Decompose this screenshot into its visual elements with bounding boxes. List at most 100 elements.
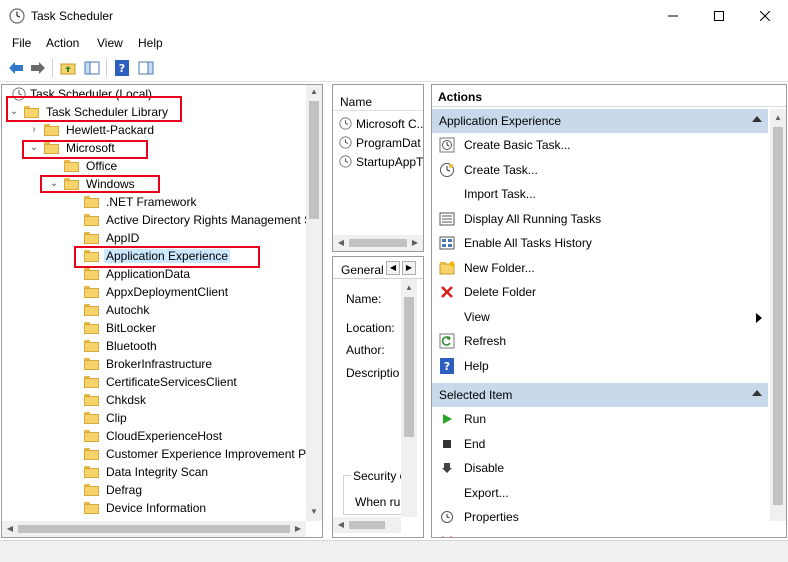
menu-view[interactable]: View (97, 36, 123, 50)
collapse-caret-icon[interactable] (752, 116, 762, 122)
scroll-up-icon[interactable]: ▲ (307, 85, 321, 99)
action-view[interactable]: View (432, 305, 768, 329)
scroll-down-icon[interactable]: ▼ (307, 505, 321, 519)
action-refresh[interactable]: Refresh (432, 329, 768, 353)
actions-vertical-scrollbar[interactable]: ▲ (770, 109, 786, 521)
chevron-down-icon[interactable]: ⌄ (48, 178, 60, 190)
show-hide-action-pane-button[interactable] (136, 58, 156, 78)
tree-item-folder[interactable]: .NET Framework (2, 193, 304, 211)
action-create-basic-task[interactable]: Create Basic Task... (432, 133, 768, 157)
action-disable[interactable]: Disable (432, 456, 768, 480)
action-help[interactable]: ? Help (432, 354, 768, 378)
tree-item-folder[interactable]: Defrag (2, 481, 304, 499)
column-name-header[interactable]: Name (340, 95, 372, 109)
scroll-thumb[interactable] (404, 297, 414, 437)
tree-item-microsoft[interactable]: ⌄ Microsoft (2, 139, 302, 157)
minimize-button[interactable] (650, 0, 696, 32)
action-display-all-running-tasks[interactable]: Display All Running Tasks (432, 207, 768, 231)
action-export[interactable]: Export... (432, 481, 768, 505)
tree-item-folder[interactable]: CloudExperienceHost (2, 427, 304, 445)
tree-item-windows[interactable]: ⌄ Windows (2, 175, 302, 193)
up-folder-button[interactable] (58, 58, 78, 78)
help-toolbar-button[interactable]: ? (112, 58, 132, 78)
task-row[interactable]: ProgramDat (337, 134, 423, 152)
scroll-left-icon[interactable]: ◀ (3, 522, 17, 536)
menu-help[interactable]: Help (138, 36, 163, 50)
menu-file[interactable]: File (12, 36, 31, 50)
scroll-left-icon[interactable]: ◀ (334, 518, 348, 532)
menu-action[interactable]: Action (46, 36, 79, 50)
scroll-thumb[interactable] (349, 239, 407, 247)
tree-item-folder[interactable]: Customer Experience Improvement Pr (2, 445, 310, 463)
tree-item-label: BitLocker (106, 321, 157, 335)
action-import-task[interactable]: Import Task... (432, 182, 768, 206)
action-enable-all-tasks-history[interactable]: Enable All Tasks History (432, 231, 768, 255)
scroll-thumb[interactable] (309, 101, 319, 219)
tree-item-folder[interactable]: Data Integrity Scan (2, 463, 304, 481)
tree-item-office[interactable]: Office (2, 157, 302, 175)
task-row[interactable]: StartupAppT (337, 153, 423, 171)
action-end[interactable]: End (432, 432, 768, 456)
chevron-down-icon[interactable]: ⌄ (8, 106, 20, 118)
scroll-right-icon[interactable]: ▶ (291, 522, 305, 536)
tree-horizontal-scrollbar[interactable]: ◀ ▶ (2, 521, 306, 537)
scroll-left-icon[interactable]: ◀ (334, 236, 348, 250)
show-hide-console-tree-button[interactable] (82, 58, 102, 78)
tree-item-folder[interactable]: BrokerInfrastructure (2, 355, 304, 373)
back-button[interactable] (6, 58, 26, 78)
action-delete-folder[interactable]: Delete Folder (432, 280, 768, 304)
up-folder-icon (60, 63, 76, 75)
tree-item-label: CertificateServicesClient (106, 375, 237, 389)
tree-item-folder[interactable]: Device Information (2, 499, 304, 517)
scroll-up-icon[interactable]: ▲ (402, 281, 416, 295)
maximize-button[interactable] (696, 0, 742, 32)
scroll-thumb[interactable] (773, 127, 783, 505)
action-label: Properties (464, 510, 519, 524)
tree-item-folder[interactable]: CertificateServicesClient (2, 373, 304, 391)
tree-item-folder[interactable]: Bluetooth (2, 337, 304, 355)
tree-item-task-scheduler-library[interactable]: ⌄ Task Scheduler Library (2, 103, 302, 121)
tree-item-folder[interactable]: ApplicationData (2, 265, 304, 283)
close-button[interactable] (742, 0, 788, 32)
collapse-caret-icon[interactable] (752, 390, 762, 396)
action-run[interactable]: Run (432, 407, 768, 431)
task-list-pane: Name Microsoft C... ProgramDat StartupAp… (332, 84, 424, 252)
details-vertical-scrollbar[interactable]: ▲ (401, 279, 417, 517)
tab-scroll-right-button[interactable]: ▶ (402, 261, 416, 275)
action-create-task[interactable]: Create Task... (432, 158, 768, 182)
tab-scroll-left-button[interactable]: ◀ (386, 261, 400, 275)
tree-item-folder[interactable]: AppxDeploymentClient (2, 283, 304, 301)
section-selected-item[interactable]: Selected Item (432, 383, 768, 407)
details-horizontal-scrollbar[interactable]: ◀ (333, 517, 401, 533)
folder-icon (84, 466, 99, 478)
scroll-thumb[interactable] (349, 521, 385, 529)
chevron-right-icon[interactable]: › (28, 124, 40, 136)
task-list-horizontal-scrollbar[interactable]: ◀ ▶ (333, 235, 423, 251)
scroll-up-icon[interactable]: ▲ (771, 111, 785, 125)
task-scheduler-icon (9, 8, 25, 24)
action-new-folder[interactable]: New Folder... (432, 256, 768, 280)
section-application-experience[interactable]: Application Experience (432, 109, 768, 133)
tree-item-folder[interactable]: Clip (2, 409, 304, 427)
tree-item-hewlett-packard[interactable]: › Hewlett-Packard (2, 121, 302, 139)
action-properties[interactable]: Properties (432, 505, 768, 529)
scroll-thumb[interactable] (18, 525, 290, 533)
tree-item-folder[interactable]: Active Directory Rights Management S (2, 211, 312, 229)
action-label: Help (464, 358, 489, 373)
tab-general[interactable]: General (341, 263, 384, 277)
author-label: Author: (346, 343, 385, 357)
console-tree: Task Scheduler (Local) ⌄ Task Scheduler … (1, 84, 323, 538)
chevron-down-icon[interactable]: ⌄ (28, 142, 40, 154)
action-label: New Folder... (464, 260, 535, 275)
tree-item-folder[interactable]: BitLocker (2, 319, 304, 337)
task-row[interactable]: Microsoft C... (337, 115, 423, 133)
tree-vertical-scrollbar[interactable]: ▲ ▼ (306, 85, 322, 521)
forward-button[interactable] (28, 58, 48, 78)
action-delete[interactable]: Delete (432, 530, 768, 537)
tree-item-folder[interactable]: Chkdsk (2, 391, 304, 409)
tree-item-folder[interactable]: Autochk (2, 301, 304, 319)
folder-icon (84, 430, 99, 442)
tree-item-folder[interactable]: Application Experience (2, 247, 304, 265)
tree-item-folder[interactable]: AppID (2, 229, 304, 247)
scroll-right-icon[interactable]: ▶ (408, 236, 422, 250)
